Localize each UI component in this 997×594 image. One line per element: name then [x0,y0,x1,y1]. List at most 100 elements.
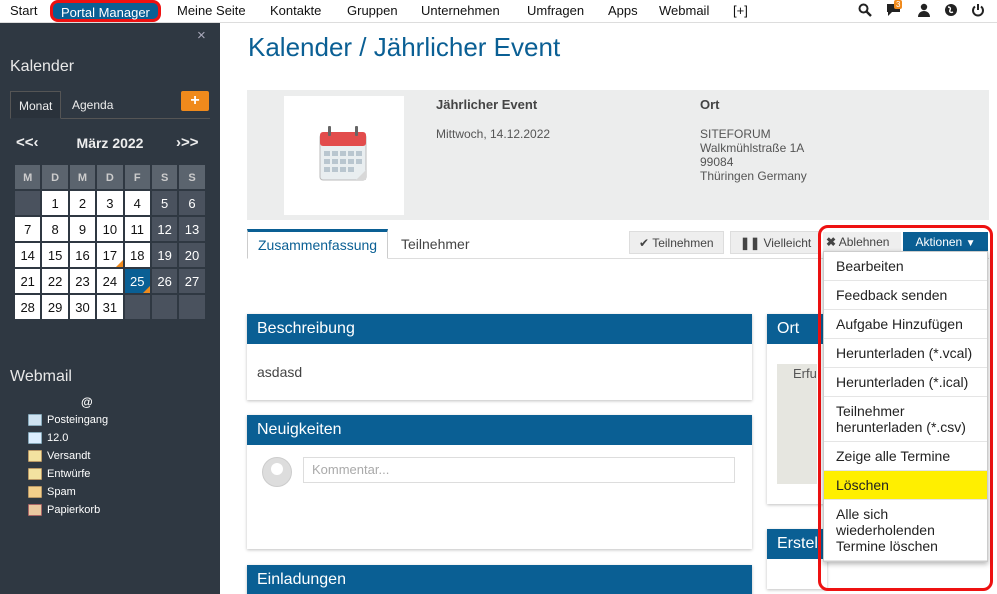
action-menu-item[interactable]: Zeige alle Termine [824,442,987,471]
nav-kontakte[interactable]: Kontakte [270,3,321,18]
calendar-day[interactable]: 1 [41,190,69,216]
calendar-day[interactable]: 19 [150,242,179,268]
calendar-day[interactable]: 15 [41,242,69,268]
nav-gruppen[interactable]: Gruppen [347,3,398,18]
actions-button[interactable]: Aktionen ▼ [903,232,988,253]
avatar [262,457,292,487]
folder-spam[interactable]: Spam [28,483,108,501]
event-date: Mittwoch, 14.12.2022 [436,127,551,141]
calendar-day[interactable]: 24 [96,268,124,294]
sent-icon [28,450,42,462]
action-menu-item[interactable]: Löschen [824,471,987,500]
calendar-day[interactable]: 8 [41,216,69,242]
nav-portal-manager[interactable]: Portal Manager [50,0,161,22]
folder-posteingang[interactable]: Posteingang [28,411,108,429]
calendar-day[interactable]: 25 [123,268,151,294]
nav-umfragen[interactable]: Umfragen [527,3,584,18]
calendar-day[interactable]: 30 [68,294,97,320]
nav-more[interactable]: [+] [733,3,748,18]
calendar-day[interactable]: 18 [123,242,151,268]
chat-icon[interactable]: 3 [885,0,903,19]
folder-label: Versandt [47,450,91,462]
calendar-day[interactable]: 26 [150,268,179,294]
calendar-day[interactable]: 13 [178,216,206,242]
calendar-day[interactable]: 29 [41,294,69,320]
panel-title: Neuigkeiten [247,415,752,445]
event-header: Jährlicher Event Mittwoch, 14.12.2022 Or… [247,90,989,220]
webmail-account[interactable]: @ [81,395,93,409]
action-menu-item[interactable]: Teilnehmer herunterladen (*.csv) [824,397,987,442]
calendar-day[interactable]: 9 [68,216,97,242]
calendar-tabs: Monat Agenda [10,91,210,119]
maybe-button[interactable]: ❚❚ Vielleicht [730,231,822,254]
action-menu-item[interactable]: Bearbeiten [824,252,987,281]
calendar-day[interactable]: 22 [41,268,69,294]
drafts-icon [28,468,42,480]
sidebar: × Kalender Monat Agenda + <<‹ März 2022 … [0,23,220,594]
action-menu-item[interactable]: Herunterladen (*.vcal) [824,339,987,368]
calendar-grid: M D M D F S S 1 2 3 4 5 6 7 8 9 10 11 12 13 14 15 16 17 18 19 20 21… [14,164,206,320]
tab-teilnehmer[interactable]: Teilnehmer [391,229,479,259]
nav-unternehmen[interactable]: Unternehmen [421,3,500,18]
tab-agenda[interactable]: Agenda [64,91,121,119]
calendar-day[interactable]: 17 [96,242,124,268]
add-event-button[interactable]: + [181,91,209,111]
calendar-day[interactable]: 3 [96,190,124,216]
folder-versandt[interactable]: Versandt [28,447,108,465]
panel-title: Beschreibung [247,314,752,344]
power-icon[interactable] [970,3,986,19]
weekday-header: M [68,164,97,190]
nav-webmail[interactable]: Webmail [659,3,709,18]
location-label: Ort [700,97,720,112]
calendar-day[interactable]: 12 [150,216,179,242]
globe-icon[interactable] [943,3,959,19]
calendar-day[interactable]: 20 [178,242,206,268]
calendar-day[interactable]: 16 [68,242,97,268]
address-line: 99084 [700,155,734,169]
webmail-title: Webmail [10,368,72,385]
calendar-day[interactable]: 27 [178,268,206,294]
calendar-day[interactable]: 7 [14,216,42,242]
calendar-empty-cell [14,190,42,216]
calendar-day[interactable]: 28 [14,294,42,320]
x-icon: ✖ [826,235,837,249]
action-menu-item[interactable]: Alle sich wiederholenden Termine löschen [824,500,987,561]
calendar-title: Kalender [10,58,75,75]
action-menu-item[interactable]: Feedback senden [824,281,987,310]
tab-zusammenfassung[interactable]: Zusammenfassung [247,229,389,259]
calendar-day[interactable]: 23 [68,268,97,294]
calendar-day[interactable]: 31 [96,294,124,320]
folder-label: 12.0 [47,432,69,444]
close-icon[interactable]: × [197,27,206,44]
calendar-day[interactable]: 11 [123,216,151,242]
address-line: SITEFORUM [700,127,771,141]
next-month-button[interactable]: ›>> [176,134,199,151]
comment-input[interactable]: Kommentar... [303,457,735,483]
address-line: Thüringen Germany [700,169,807,183]
tab-monat[interactable]: Monat [10,91,62,119]
user-icon[interactable] [916,3,932,19]
location-map[interactable]: Erfu [777,364,817,484]
nav-start[interactable]: Start [10,3,37,18]
folder-entwuerfe[interactable]: Entwürfe [28,465,108,483]
trash-icon [28,504,42,516]
calendar-day[interactable]: 6 [178,190,206,216]
calendar-day[interactable]: 5 [150,190,179,216]
action-menu-item[interactable]: Herunterladen (*.ical) [824,368,987,397]
search-icon[interactable] [857,3,873,19]
accept-button[interactable]: ✔ Teilnehmen [629,231,724,254]
prev-month-button[interactable]: <<‹ [16,134,39,151]
folder-papierkorb[interactable]: Papierkorb [28,501,108,519]
calendar-day[interactable]: 14 [14,242,42,268]
decline-button[interactable]: ✖ Ablehnen [823,232,901,253]
folder-label: Posteingang [47,414,109,426]
nav-apps[interactable]: Apps [608,3,638,18]
calendar-day[interactable]: 2 [68,190,97,216]
nav-meine-seite[interactable]: Meine Seite [177,3,246,18]
folder-12[interactable]: 12.0 [28,429,108,447]
action-menu-item[interactable]: Aufgabe Hinzufügen [824,310,987,339]
calendar-day[interactable]: 10 [96,216,124,242]
panel-einladungen: Einladungen [247,565,752,594]
calendar-day[interactable]: 21 [14,268,42,294]
calendar-day[interactable]: 4 [123,190,151,216]
